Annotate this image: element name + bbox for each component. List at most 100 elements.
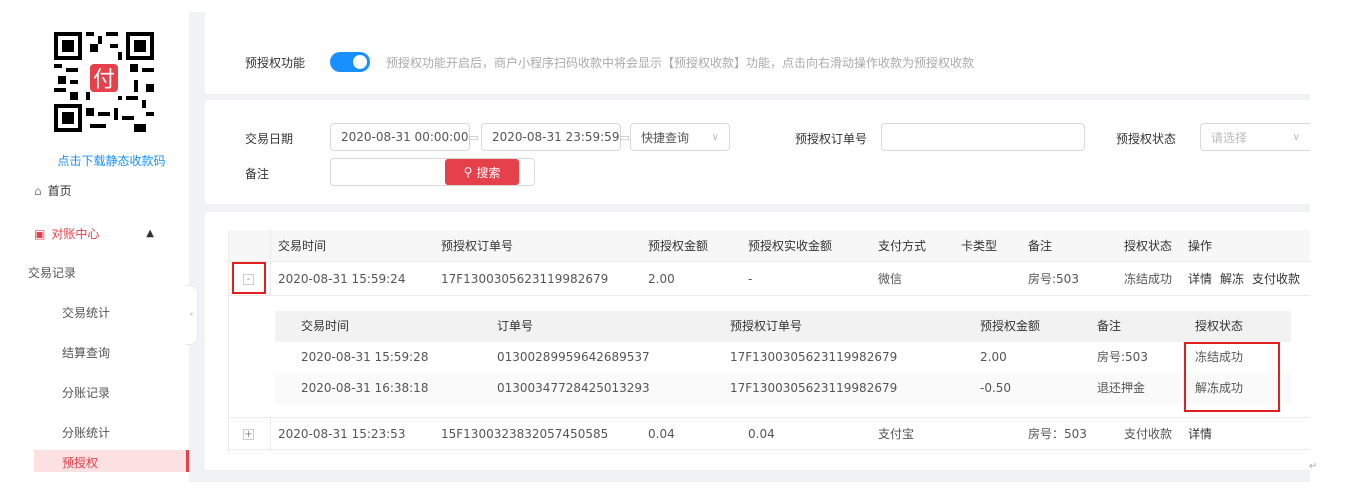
subcol-preorder: 预授权订单号 [730,319,803,333]
subcol-time: 交易时间 [301,319,350,333]
divider [228,295,1310,296]
row-pay: 支付宝 [878,427,915,441]
sidebar-item-trade-stats[interactable]: 交易统计 [62,304,110,321]
highlight-box-status [1184,342,1280,412]
preauth-toggle-panel: 预授权功能 预授权功能开启后，商户小程序扫码收款中将会显示【预授权收款】功能，点… [205,12,1310,94]
chevron-down-icon: ∨ [1292,131,1300,143]
subrow-remark: 退还押金 [1097,381,1146,395]
start-date-value: 2020-08-31 00:00:00 [341,130,469,144]
reconcile-icon: ▣ [34,226,46,241]
trade-date-label: 交易日期 [245,132,294,146]
start-date-input[interactable]: 2020-08-31 00:00:00 ▭ [330,123,479,151]
col-ops: 操作 [1188,239,1213,253]
chevron-up-icon: ▲ [146,228,154,239]
return-mark: ↵ [1309,461,1318,472]
row-received: - [748,272,753,286]
nav-reconcile-center[interactable]: ▣ 对账中心 ▲ [34,225,154,242]
sidebar-item-split-stats[interactable]: 分账统计 [62,424,110,441]
row-received: 0.04 [748,427,775,441]
chevron-down-icon: ∨ [711,131,719,143]
qr-badge-text: 付 [93,67,115,92]
table-row[interactable]: 2020-08-31 15:23:53 15F13003238320574505… [228,418,1310,450]
detail-link[interactable]: 详情 [1188,427,1212,441]
col-received: 预授权实收金额 [748,239,833,253]
nav-home[interactable]: ⌂ 首页 [34,182,72,199]
col-time: 交易时间 [278,239,327,253]
detail-link[interactable]: 详情 [1188,272,1212,286]
subcol-amount: 预授权金额 [980,319,1041,333]
sidebar-item-settlement[interactable]: 结算查询 [62,344,110,361]
row-order: 17F1300305623119982679 [441,272,609,286]
table-row[interactable]: 2020-08-31 15:59:24 17F13003056231199826… [228,263,1310,295]
unfreeze-link[interactable]: 解冻 [1220,272,1244,286]
qr-code-image: 付 [54,32,154,132]
subrow-time: 2020-08-31 15:59:28 [301,350,429,364]
nav-home-label: 首页 [47,184,72,198]
calendar-icon: ▭ [619,130,630,144]
remark-label: 备注 [245,167,270,181]
col-pay: 支付方式 [878,239,927,253]
sidebar-collapse-handle[interactable]: ‹ [186,285,198,345]
sidebar: 付 点击下载静态收款码 ⌂ 首页 ▣ 对账中心 ▲ [34,12,189,482]
expand-row-button[interactable]: + [243,429,254,440]
sidebar-item-split-records[interactable]: 分账记录 [62,384,110,401]
status-select[interactable]: 请选择 ∨ [1200,123,1310,151]
subtable-header: 交易时间 订单号 预授权订单号 预授权金额 备注 授权状态 [275,311,1291,342]
subrow-amount: -0.50 [980,381,1012,395]
status-label: 预授权状态 [1116,132,1177,146]
preauth-toggle[interactable] [330,52,370,72]
qr-code[interactable]: 付 [54,32,154,132]
calendar-icon: ▭ [468,130,479,144]
nav-reconcile-label: 对账中心 [51,227,100,241]
subrow-preorder: 17F1300305623119982679 [730,350,898,364]
row-amount: 0.04 [648,427,675,441]
sidebar-item-trade-records[interactable]: 交易记录 [28,264,76,281]
subrow-amount: 2.00 [980,350,1007,364]
subtable-row: 2020-08-31 15:59:28 01300289959642689537… [275,342,1291,373]
col-remark: 备注 [1028,239,1053,253]
row-time: 2020-08-31 15:23:53 [278,427,406,441]
preauth-hint: 预授权功能开启后，商户小程序扫码收款中将会显示【预授权收款】功能，点击向右滑动操… [386,56,975,70]
highlight-box-expander [232,262,266,294]
col-amount: 预授权金额 [648,239,709,253]
divider [270,230,271,296]
subrow-remark: 房号:503 [1097,350,1148,364]
search-button[interactable]: ⚲ 搜索 [445,159,519,185]
status-placeholder: 请选择 [1211,130,1248,145]
subrow-order: 01300289959642689537 [497,350,650,364]
row-actions: 详情 解冻 支付收款 [1188,263,1300,295]
filter-panel: 交易日期 2020-08-31 00:00:00 ▭ 2020-08-31 23… [205,100,1310,204]
quick-query-select[interactable]: 快捷查询 ∨ [630,123,730,151]
sidebar-item-preauth[interactable]: 预授权 [34,450,189,472]
end-date-value: 2020-08-31 23:59:59 [492,130,620,144]
end-date-input[interactable]: 2020-08-31 23:59:59 ▭ [481,123,630,151]
col-order: 预授权订单号 [441,239,514,253]
order-input[interactable] [881,123,1085,151]
subcol-status: 授权状态 [1195,319,1244,333]
col-card: 卡类型 [961,239,998,253]
row-status: 支付收款 [1124,427,1173,441]
subcol-order: 订单号 [497,319,534,333]
row-remark: 房号:503 [1028,272,1079,286]
search-icon: ⚲ [463,165,473,179]
subcol-remark: 备注 [1097,319,1122,333]
row-pay: 微信 [878,272,903,286]
table-header: 交易时间 预授权订单号 预授权金额 预授权实收金额 支付方式 卡类型 备注 授权… [228,230,1310,262]
subtable-row: 2020-08-31 16:38:18 01300347728425013293… [275,373,1291,404]
subrow-time: 2020-08-31 16:38:18 [301,381,429,395]
quick-query-value: 快捷查询 [641,130,690,145]
row-amount: 2.00 [648,272,675,286]
row-status: 冻结成功 [1124,272,1173,286]
row-time: 2020-08-31 15:59:24 [278,272,406,286]
download-qr-link[interactable]: 点击下载静态收款码 [34,152,189,169]
row-actions: 详情 [1188,418,1220,450]
search-button-label: 搜索 [476,165,501,180]
row-order: 15F1300323832057450585 [441,427,609,441]
row-remark: 房号：503 [1028,427,1087,441]
preauth-label: 预授权功能 [245,56,306,70]
order-label: 预授权订单号 [795,132,868,146]
pay-collect-link[interactable]: 支付收款 [1252,272,1300,286]
subrow-order: 01300347728425013293 [497,381,650,395]
subrow-preorder: 17F1300305623119982679 [730,381,898,395]
col-status: 授权状态 [1124,239,1173,253]
